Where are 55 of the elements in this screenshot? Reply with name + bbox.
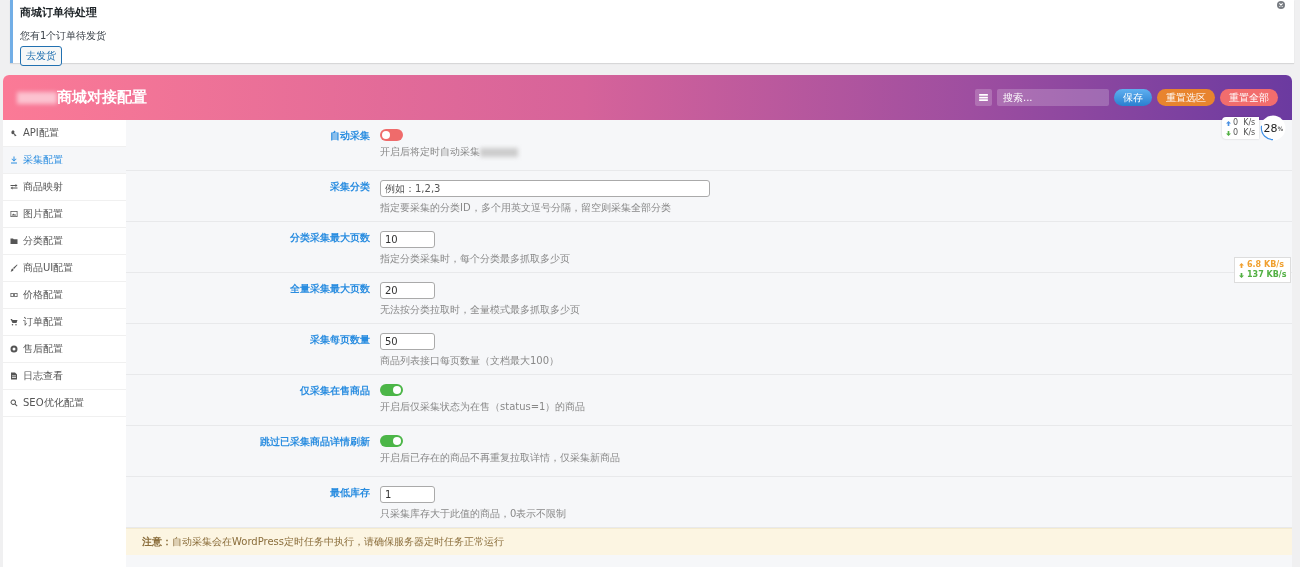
field-label: 仅采集在售商品 [299,384,371,398]
field-label: 分类采集最大页数 [289,231,371,245]
field-hint: 无法按分类拉取时，全量模式最多抓取多少页 [380,303,580,317]
document-icon [10,372,18,380]
brush-icon [10,264,18,272]
field-hint: 开启后将定时自动采集 [380,145,480,159]
sidebar-item[interactable]: 采集配置 [3,147,126,174]
upload-speed: 6.8 KB/s [1247,260,1284,270]
key-icon [10,129,18,137]
field-label: 采集每页数量 [309,333,371,347]
blurred-text [480,147,518,157]
field-label: 全量采集最大页数 [289,282,371,296]
field-hint: 只采集库存大于此值的商品，0表示不限制 [380,507,567,521]
close-icon[interactable] [1277,1,1285,9]
input-field[interactable]: 1 [380,486,435,503]
list-button[interactable] [975,89,992,106]
input-field[interactable]: 例如：1,2,3 [380,180,710,197]
notice-title: 商城订单待处理 [20,5,98,20]
field-label: 跳过已采集商品详情刷新 [259,435,371,449]
toggle-switch[interactable] [380,129,403,141]
ship-button[interactable]: 去发货 [20,46,62,66]
field-hint: 指定要采集的分类ID，多个用英文逗号分隔，留空则采集全部分类 [380,201,671,215]
toggle-switch[interactable] [380,384,403,396]
search-icon [10,399,18,407]
list-icon [979,94,988,101]
field-hint: 商品列表接口每页数量（文档最大100） [380,354,560,368]
notice-message: 您有1个订单待发货 [20,29,108,43]
field-hint: 开启后仅采集状态为在售（status=1）的商品 [380,400,586,414]
download-speed: 0 K/s [1233,128,1256,138]
input-field[interactable]: 50 [380,333,435,350]
panel-title: 商城对接配置 [57,88,147,107]
cart-icon [10,318,18,326]
field-label: 自动采集 [329,129,371,143]
download-icon [10,156,18,164]
banknote-icon [10,291,18,299]
blurred-text [17,91,57,104]
usage-percent: 28 [1263,121,1278,135]
note-banner: 注意：自动采集会在WordPress定时任务中执行，请确保服务器定时任务正常运行 [126,528,1292,555]
field-hint: 开启后已存在的商品不再重复拉取详情，仅采集新商品 [380,451,620,465]
download-speed: 137 KB/s [1247,270,1287,280]
input-field[interactable]: 10 [380,231,435,248]
down-arrow-icon [1226,130,1231,136]
folder-icon [10,237,18,245]
field-hint: 指定分类采集时，每个分类最多抓取多少页 [380,252,570,266]
swap-arrows-icon [10,183,18,191]
image-icon [10,210,18,218]
toggle-switch[interactable] [380,435,403,447]
field-label: 最低库存 [329,486,371,500]
up-arrow-icon [1239,262,1244,268]
up-arrow-icon [1226,120,1231,126]
input-field[interactable]: 20 [380,282,435,299]
field-label: 采集分类 [329,180,371,194]
down-arrow-icon [1239,272,1244,278]
lifebuoy-icon [10,345,18,353]
upload-speed: 0 K/s [1233,118,1256,128]
